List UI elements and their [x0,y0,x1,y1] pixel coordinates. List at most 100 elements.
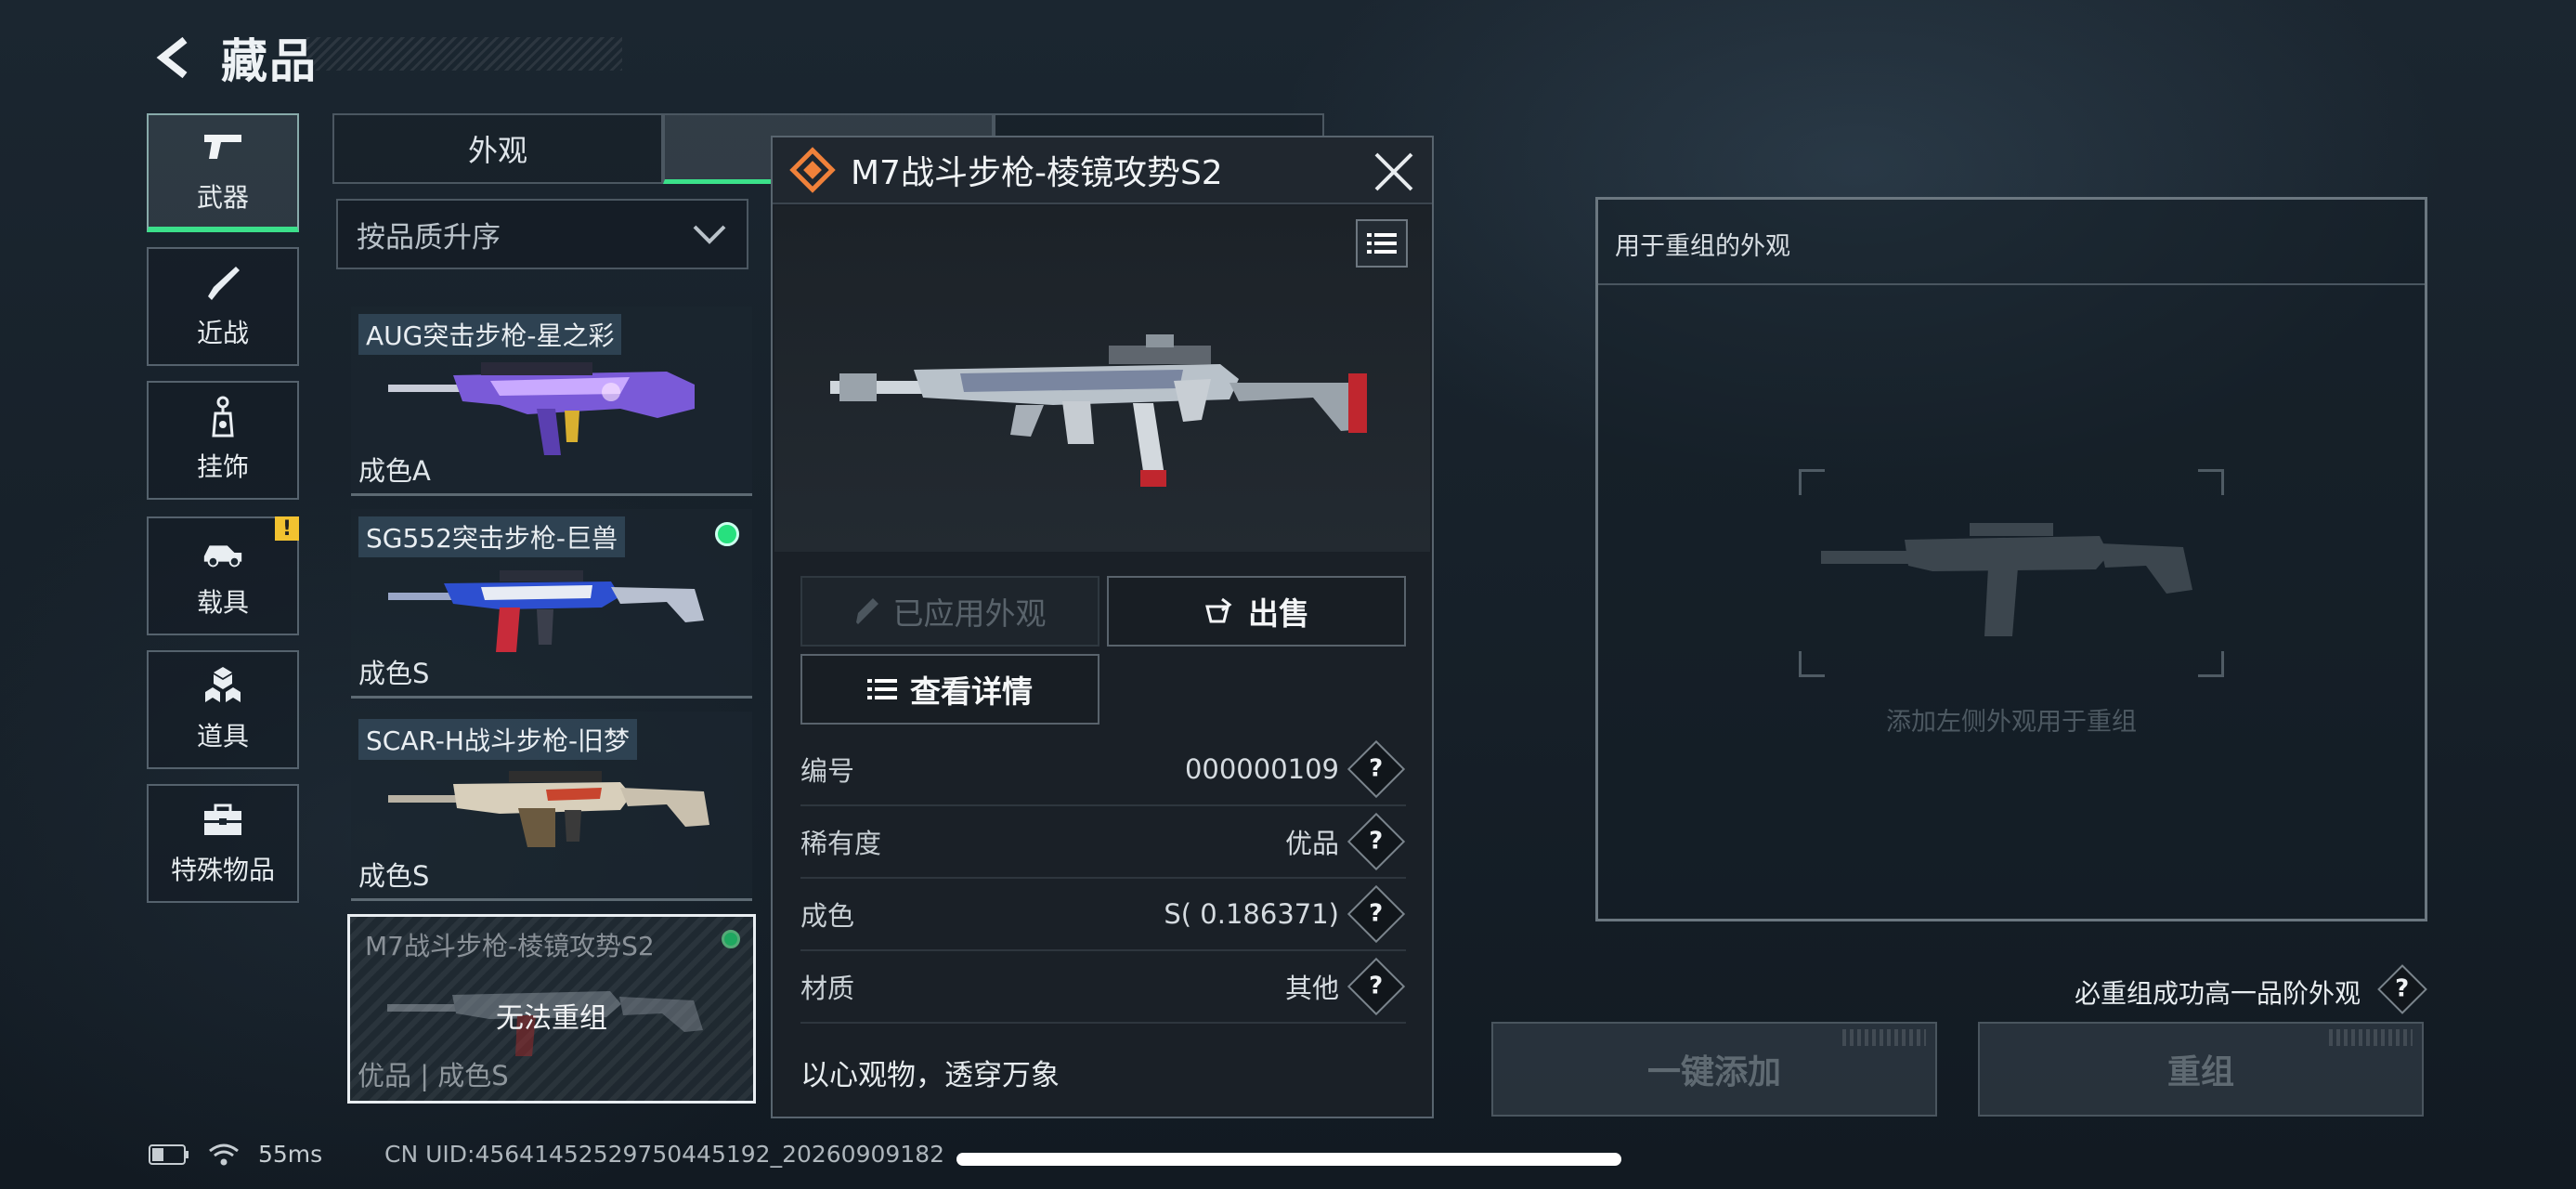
sell-label: 出售 [1248,595,1309,632]
rifle-image [830,334,1367,487]
detail-row-material: 材质 其他 ? [800,951,1406,1024]
row-value: S( 0.186371) [1164,898,1339,930]
wifi-icon [209,1143,239,1165]
card-divider [351,493,752,496]
card-divider [351,898,752,901]
equipped-indicator [715,522,739,546]
page-title: 藏品 [221,34,318,88]
toolbox-icon [201,800,245,841]
button-decoration [1842,1029,1926,1046]
recombine-hint: 添加左侧外观用于重组 [1886,708,2137,737]
guarantee-text: 必重组成功高一品阶外观 [2075,978,2361,1009]
knife-icon [201,263,245,304]
skin-detail-popup: M7战斗步枪-棱镜攻势S2 已应用外观 出售 查看详情 编号 000000109… [771,136,1434,1118]
rarity-diamond-icon [789,147,836,193]
frame-corner [1799,469,1825,495]
help-button[interactable]: ? [1347,812,1406,871]
applied-appearance-button[interactable]: 已应用外观 [800,576,1099,647]
sort-dropdown[interactable]: 按品质升序 [336,199,748,269]
view-details-label: 查看详情 [910,673,1033,710]
row-key: 稀有度 [800,828,882,859]
question-icon: ? [1369,900,1384,928]
home-indicator[interactable] [956,1153,1621,1166]
list-icon [1367,233,1397,254]
help-button[interactable]: ? [1347,884,1406,944]
vehicle-icon [201,532,245,573]
category-special[interactable]: 特殊物品 [147,784,299,903]
question-icon: ? [1369,973,1384,1000]
add-all-label: 一键添加 [1646,1053,1781,1091]
tab-appearance[interactable]: 外观 [332,113,663,184]
tab-label: 外观 [467,133,527,168]
skin-name: SCAR-H战斗步枪-旧梦 [358,719,638,760]
rifle-image [388,771,709,847]
detail-row-condition: 成色 S( 0.186371) ? [800,879,1406,951]
skin-card-selected[interactable]: M7战斗步枪-棱镜攻势S2 无法重组 优品 | 成色S [347,914,756,1104]
view-details-button[interactable]: 查看详情 [800,654,1099,725]
detail-row-serial: 编号 000000109 ? [800,734,1406,806]
help-button[interactable]: ? [1347,739,1406,799]
question-icon: ? [1369,755,1384,783]
row-key: 材质 [800,973,855,1004]
row-key: 成色 [800,900,855,932]
cubes-icon [201,666,245,707]
paint-icon [855,598,878,624]
close-icon[interactable] [1373,150,1415,193]
help-button[interactable]: ? [1347,957,1406,1016]
row-value: 000000109 [1184,753,1339,785]
row-value: 优品 [1284,828,1339,859]
back-arrow-icon [156,36,188,79]
recombine-button[interactable]: 重组 [1978,1022,2424,1117]
category-label: 特殊物品 [170,855,275,885]
skin-card[interactable]: SG552突击步枪-巨兽 成色S [351,509,752,699]
skin-card[interactable]: SCAR-H战斗步枪-旧梦 成色S [351,712,752,901]
skin-condition: 优品 | 成色S [358,1060,509,1091]
category-label: 挂饰 [196,451,249,482]
row-key: 编号 [800,755,855,787]
user-uid: CN UID:45641452529750445192_20260909182 [384,1141,945,1168]
popup-title: M7战斗步枪-棱镜攻势S2 [851,154,1223,192]
skin-name: M7战斗步枪-棱镜攻势S2 [365,931,655,961]
list-view-button[interactable] [1356,219,1408,268]
title-decoration [306,37,622,71]
row-value: 其他 [1284,973,1339,1004]
rifle-placeholder-icon [1821,523,2192,636]
category-melee[interactable]: 近战 [147,247,299,366]
skin-name: SG552突击步枪-巨兽 [358,516,626,557]
cannot-recombine-label: 无法重组 [496,1002,607,1035]
recombine-label: 重组 [2166,1053,2234,1091]
applied-appearance-label: 已应用外观 [892,595,1047,632]
button-decoration [2329,1029,2413,1046]
sell-icon [1205,597,1232,623]
add-all-button[interactable]: 一键添加 [1491,1022,1937,1117]
back-button[interactable] [147,30,202,85]
skin-card[interactable]: AUG突击步枪-星之彩 成色A [351,307,752,496]
category-weapons[interactable]: 武器 [147,113,299,232]
skin-name: AUG突击步枪-星之彩 [358,314,622,355]
skin-motto: 以心观物，透穿万象 [800,1059,1060,1092]
category-charms[interactable]: 挂饰 [147,381,299,500]
sort-label: 按品质升序 [357,220,501,255]
question-icon: ? [2395,975,2410,1003]
category-label: 近战 [196,318,249,348]
skin-condition: 成色S [358,658,430,689]
sell-button[interactable]: 出售 [1107,576,1406,647]
category-label: 武器 [196,182,249,213]
recombine-panel: 用于重组的外观 添加左侧外观用于重组 [1595,197,2427,921]
pistol-icon [201,127,245,168]
chevron-down-icon [693,225,726,244]
ping-value: 55ms [258,1141,323,1168]
guarantee-help-button[interactable]: ? [2377,964,2429,1014]
skin-condition: 成色A [358,455,431,487]
warning-badge: ! [275,516,299,541]
charm-icon [201,396,245,438]
skin-condition: 成色S [358,860,430,892]
detail-row-rarity: 稀有度 优品 ? [800,806,1406,879]
rifle-image [388,570,704,652]
help-button[interactable]: ? [2377,964,2427,1014]
category-vehicles[interactable]: ! 载具 [147,516,299,635]
category-items[interactable]: 道具 [147,650,299,769]
equipped-indicator [722,930,740,948]
status-bar: 55ms [149,1141,322,1168]
weapon-preview [774,206,1430,552]
